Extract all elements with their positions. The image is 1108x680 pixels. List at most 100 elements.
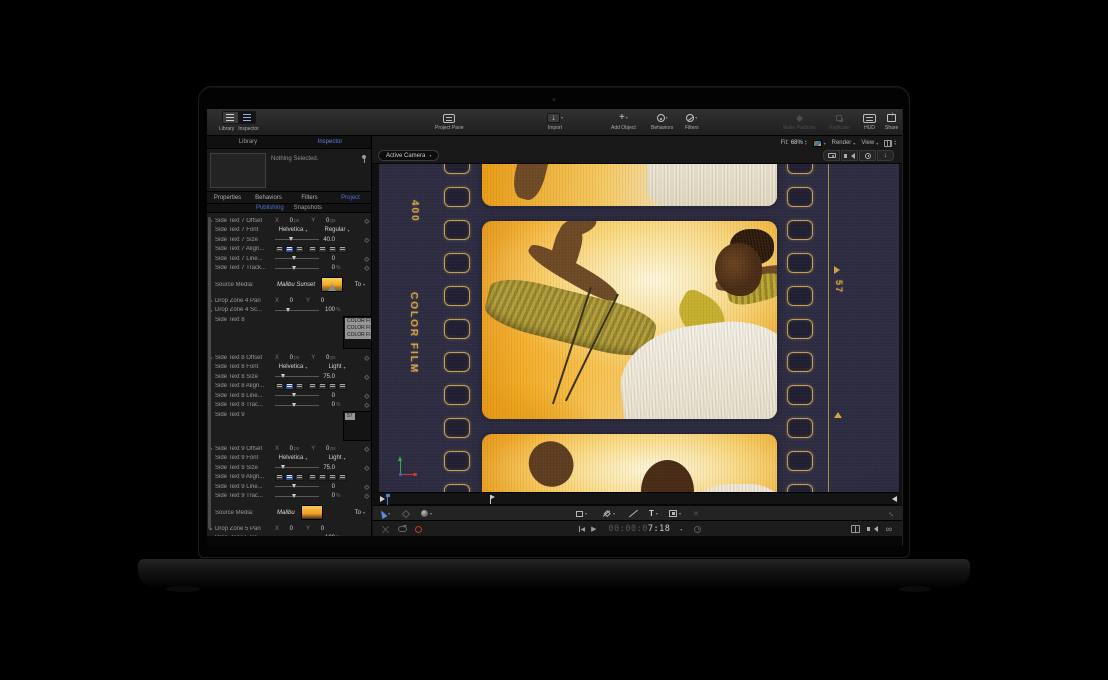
slider-value-field[interactable]: 0 xyxy=(323,265,335,271)
slider-track[interactable] xyxy=(275,258,319,259)
shape-tool[interactable]: ▾ xyxy=(576,506,587,521)
filters-button[interactable]: ▾ Filters xyxy=(685,111,699,131)
tab-project[interactable]: Project xyxy=(330,195,371,201)
media-thumbnail[interactable] xyxy=(301,505,323,520)
share-button[interactable]: ↑ Share xyxy=(885,111,898,131)
make-particles-button[interactable]: Make Particles xyxy=(783,111,816,131)
library-toggle-button[interactable] xyxy=(222,111,239,124)
tab-filters[interactable]: Filters xyxy=(289,195,330,201)
tab-library[interactable]: Library xyxy=(207,136,289,148)
y-value-field[interactable]: 0 xyxy=(317,218,329,224)
in-point-marker[interactable] xyxy=(380,496,385,502)
inspector-toggle-button[interactable] xyxy=(239,111,256,124)
subtab-publishing[interactable]: Publishing xyxy=(256,205,284,211)
camera-overlay-button[interactable] xyxy=(823,150,840,161)
delete-tool[interactable]: ✕ xyxy=(693,506,699,521)
justify-full-button[interactable] xyxy=(338,246,347,253)
layout-control[interactable]: ▴▾ xyxy=(884,140,896,147)
justify-right-button[interactable] xyxy=(328,474,337,481)
x-value-field[interactable]: 0 xyxy=(281,298,293,304)
view-menu[interactable]: View ▾ xyxy=(861,140,878,146)
tab-inspector[interactable]: Inspector xyxy=(289,136,371,148)
slider-value-field[interactable]: 0 xyxy=(323,484,335,490)
slider-value-field[interactable]: 100 xyxy=(323,307,335,313)
drop-zone-tool[interactable]: ▾ xyxy=(669,506,681,521)
camera-select-dropdown[interactable]: Active Camera ▾ xyxy=(378,150,439,161)
text-entry-box[interactable]: 57 xyxy=(343,411,371,441)
slider-thumb[interactable] xyxy=(292,266,296,270)
bezier-tool[interactable]: ▾ xyxy=(601,506,615,521)
align-center-button[interactable] xyxy=(285,383,294,390)
justify-full-button[interactable] xyxy=(338,474,347,481)
slider-value-field[interactable]: 40.0 xyxy=(323,237,335,243)
slider-thumb[interactable] xyxy=(289,237,293,241)
slider-track[interactable] xyxy=(275,310,319,311)
justify-right-button[interactable] xyxy=(328,246,337,253)
slider-track[interactable] xyxy=(275,268,319,269)
x-value-field[interactable]: 0 xyxy=(281,218,293,224)
slider-value-field[interactable]: 0 xyxy=(323,393,335,399)
slider-thumb[interactable] xyxy=(281,374,285,378)
justify-center-button[interactable] xyxy=(318,246,327,253)
chevron-down-icon[interactable]: ▾ xyxy=(680,527,682,532)
render-menu[interactable]: Render ▾ xyxy=(832,140,856,146)
slider-thumb[interactable] xyxy=(292,256,296,260)
playback-timer-icon[interactable] xyxy=(694,526,701,533)
align-left-button[interactable] xyxy=(275,246,284,253)
font-family-dropdown[interactable]: Helvetica▾ xyxy=(275,455,311,461)
font-face-dropdown[interactable]: Light▾ xyxy=(319,364,355,370)
slider-thumb[interactable] xyxy=(286,308,290,312)
justify-left-button[interactable] xyxy=(308,246,317,253)
export-overlay-button[interactable]: ↓ xyxy=(877,150,894,161)
transform-tool[interactable] xyxy=(403,506,409,521)
align-right-button[interactable] xyxy=(295,383,304,390)
justify-center-button[interactable] xyxy=(318,474,327,481)
font-family-dropdown[interactable]: Helvetica▾ xyxy=(275,364,311,370)
font-face-dropdown[interactable]: Regular▾ xyxy=(319,227,355,233)
align-right-button[interactable] xyxy=(295,474,304,481)
add-object-button[interactable]: +▾ Add Object xyxy=(611,111,636,131)
slider-thumb[interactable] xyxy=(292,484,296,488)
y-value-field[interactable]: 0 xyxy=(312,298,324,304)
select-tool[interactable]: ▾ xyxy=(380,506,390,521)
line-tool[interactable] xyxy=(628,506,638,521)
import-button[interactable]: ↓▾ Import xyxy=(547,111,563,131)
camera-orbit-tool[interactable]: ▾ xyxy=(421,506,432,521)
subtab-snapshots[interactable]: Snapshots xyxy=(294,205,322,211)
timer-overlay-button[interactable] xyxy=(859,150,876,161)
align-left-button[interactable] xyxy=(275,474,284,481)
slider-value-field[interactable]: 0 xyxy=(323,402,335,408)
slider-thumb[interactable] xyxy=(292,393,296,397)
align-center-button[interactable] xyxy=(285,246,294,253)
justify-right-button[interactable] xyxy=(328,383,337,390)
timeline-marker[interactable] xyxy=(490,495,491,504)
y-value-field[interactable]: 0 xyxy=(317,446,329,452)
project-pane-button[interactable]: Project Pane xyxy=(435,111,464,131)
audio-icon[interactable] xyxy=(874,526,878,532)
slider-thumb[interactable] xyxy=(292,494,296,498)
media-action-dropdown[interactable]: To▾ xyxy=(355,282,365,288)
justify-left-button[interactable] xyxy=(308,383,317,390)
y-value-field[interactable]: 0 xyxy=(312,526,324,532)
pin-icon[interactable] xyxy=(362,155,366,159)
x-value-field[interactable]: 0 xyxy=(281,526,293,532)
justify-full-button[interactable] xyxy=(338,383,347,390)
zoom-level-control[interactable]: Fit: 68% ▴▾ xyxy=(780,140,806,146)
slider-track[interactable] xyxy=(275,405,319,406)
slider-value-field[interactable]: 0 xyxy=(323,493,335,499)
out-point-marker[interactable] xyxy=(892,496,897,502)
skip-to-start-button[interactable]: ◀ xyxy=(579,526,585,533)
loop-playback-icon[interactable] xyxy=(398,526,407,532)
media-action-dropdown[interactable]: To▾ xyxy=(355,510,365,516)
x-value-field[interactable]: 0 xyxy=(281,446,293,452)
text-tool[interactable]: T▾ xyxy=(649,506,658,521)
x-value-field[interactable]: 0 xyxy=(281,355,293,361)
align-center-button[interactable] xyxy=(285,474,294,481)
adjust-arrow-icon[interactable]: ↔ xyxy=(886,507,898,519)
y-value-field[interactable]: 0 xyxy=(317,355,329,361)
font-face-dropdown[interactable]: Light▾ xyxy=(319,455,355,461)
slider-thumb[interactable] xyxy=(292,403,296,407)
slider-thumb[interactable] xyxy=(281,465,285,469)
show-timeline-icon[interactable] xyxy=(851,525,860,533)
tab-behaviors[interactable]: Behaviors xyxy=(248,195,289,201)
